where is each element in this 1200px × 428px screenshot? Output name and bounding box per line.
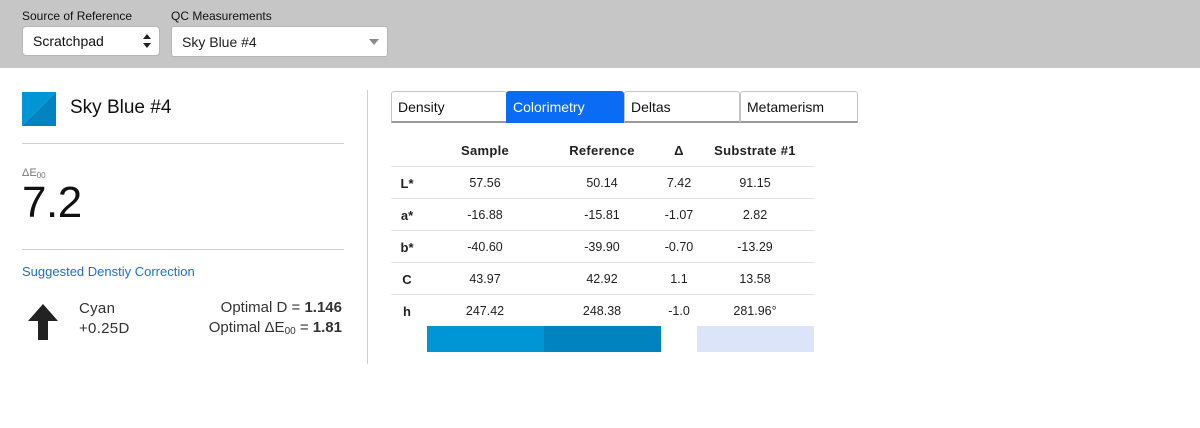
source-of-reference-value: Scratchpad	[33, 33, 104, 49]
arrow-up-icon	[28, 304, 58, 340]
row-key: a*	[400, 208, 414, 223]
sample-value: -40.60	[467, 240, 503, 254]
vertical-divider	[367, 90, 368, 364]
substrate-color-patch	[697, 326, 814, 352]
substrate-value: -13.29	[737, 240, 773, 254]
color-name: Sky Blue #4	[70, 97, 172, 118]
row-key: b*	[400, 240, 414, 255]
tab-bar: Density Colorimetry Deltas Metamerism	[391, 91, 858, 123]
column-header-reference: Reference	[569, 143, 635, 158]
substrate-value: 91.15	[739, 176, 771, 190]
substrate-value: 13.58	[739, 272, 771, 286]
color-patches	[391, 326, 815, 352]
delta-e-value: 7.2	[22, 178, 82, 227]
select-arrows-icon	[143, 34, 151, 48]
sample-value: -16.88	[467, 208, 503, 222]
table-row: a* -16.88 -15.81 -1.07 2.82	[391, 198, 815, 230]
delta-value: -1.0	[668, 304, 690, 318]
qc-measurements-select[interactable]: Sky Blue #4	[171, 26, 388, 57]
reference-value: 248.38	[582, 304, 622, 318]
substrate-value: 281.96°	[733, 304, 777, 318]
reference-value: -39.90	[584, 240, 620, 254]
reference-value: 42.92	[586, 272, 618, 286]
column-header-substrate: Substrate #1	[714, 143, 796, 158]
tab-metamerism[interactable]: Metamerism	[740, 91, 858, 123]
qc-measurements-value: Sky Blue #4	[182, 34, 257, 50]
correction-channel: Cyan	[79, 300, 116, 317]
delta-value: -0.70	[664, 240, 694, 254]
row-key: h	[403, 304, 411, 319]
source-of-reference-label: Source of Reference	[22, 9, 133, 23]
table-row: h 247.42 248.38 -1.0 281.96°	[391, 294, 815, 326]
row-key: L*	[400, 176, 414, 191]
tab-density[interactable]: Density	[391, 91, 507, 123]
color-swatch	[22, 92, 56, 126]
sample-value: 247.42	[465, 304, 505, 318]
divider	[22, 249, 344, 250]
chevron-down-icon	[369, 39, 379, 45]
sample-value: 43.97	[469, 272, 501, 286]
sample-color-patch	[427, 326, 544, 352]
source-of-reference-select[interactable]: Scratchpad	[22, 26, 160, 56]
delta-value: 7.42	[666, 176, 692, 190]
reference-value: 50.14	[586, 176, 618, 190]
optimal-delta-e: Optimal ΔE00 = 1.81	[208, 319, 342, 337]
tab-deltas[interactable]: Deltas	[624, 91, 740, 123]
qc-measurements-label: QC Measurements	[171, 9, 272, 23]
optimal-density: Optimal D = 1.146	[220, 299, 342, 316]
table-row: C 43.97 42.92 1.1 13.58	[391, 262, 815, 294]
sample-value: 57.56	[469, 176, 501, 190]
suggested-density-correction-link[interactable]: Suggested Denstiy Correction	[22, 264, 195, 279]
row-key: C	[402, 272, 412, 287]
substrate-value: 2.82	[742, 208, 768, 222]
correction-amount: +0.25D	[79, 320, 130, 337]
divider	[22, 143, 344, 144]
toolbar: Source of Reference Scratchpad QC Measur…	[0, 0, 1200, 68]
delta-value: -1.07	[664, 208, 694, 222]
reference-value: -15.81	[584, 208, 620, 222]
table-row: b* -40.60 -39.90 -0.70 -13.29	[391, 230, 815, 262]
delta-value: 1.1	[670, 272, 688, 286]
reference-color-patch	[544, 326, 661, 352]
table-row: L* 57.56 50.14 7.42 91.15	[391, 166, 815, 198]
tab-colorimetry[interactable]: Colorimetry	[506, 91, 624, 123]
column-header-delta: Δ	[674, 143, 684, 158]
column-header-sample: Sample	[460, 143, 510, 158]
